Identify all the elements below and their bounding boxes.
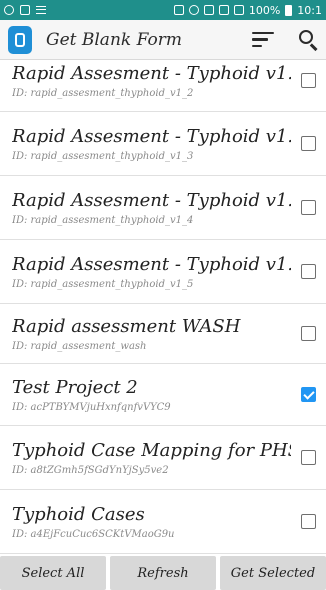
form-list-item[interactable]: Test Project 2 ID: acPTBYMVjuHxnfqnfvVYC9 xyxy=(0,364,326,426)
form-item-text: Rapid Assesment - Typhoid v1.5 ID: rapid_… xyxy=(12,253,291,290)
form-list: Rapid Assesment - Typhoid v1.2 ID: rapid_… xyxy=(0,60,326,554)
form-item-text: Test Project 2 ID: acPTBYMVjuHxnfqnfvVYC9 xyxy=(12,376,291,413)
form-item-text: Rapid assessment WASH ID: rapid_assesment… xyxy=(12,315,291,352)
phone-screen: 100% 10:1 Get Blank Form Rapid Assesment… xyxy=(0,0,326,590)
sort-icon[interactable] xyxy=(252,20,278,60)
sort-line-3 xyxy=(252,44,262,48)
form-item-text: Typhoid Cases ID: a4EjFcuCuc6SCKtVMaoG9u xyxy=(12,503,291,540)
bottom-button-bar: Select All Refresh Get Selected xyxy=(0,554,326,590)
search-handle xyxy=(310,42,318,51)
alarm-icon xyxy=(188,5,199,15)
form-id: ID: rapid_assesment_thyphoid_v1_5 xyxy=(12,279,194,290)
refresh-button[interactable]: Refresh xyxy=(110,556,216,590)
form-list-item[interactable]: Rapid assessment WASH ID: rapid_assesment… xyxy=(0,304,326,364)
search-lens xyxy=(299,29,313,44)
form-title: Typhoid Cases xyxy=(12,504,145,525)
form-title: Rapid Assesment - Typhoid v1.3 xyxy=(12,126,291,147)
form-item-text: Rapid Assesment - Typhoid v1.3 ID: rapid_… xyxy=(12,125,291,162)
whatsapp-icon xyxy=(4,5,14,15)
form-list-item[interactable]: Rapid Assesment - Typhoid v1.5 ID: rapid_… xyxy=(0,240,326,304)
sort-line-1 xyxy=(252,31,274,35)
checkbox-unchecked[interactable] xyxy=(301,450,316,465)
form-list-item[interactable]: Rapid Assesment - Typhoid v1.4 ID: rapid_… xyxy=(0,176,326,240)
odk-app-icon xyxy=(8,25,32,54)
form-item-text: Rapid Assesment - Typhoid v1.2 ID: rapid_… xyxy=(12,62,291,99)
checkbox-unchecked[interactable] xyxy=(301,326,316,341)
image-icon xyxy=(20,5,30,15)
form-id: ID: acPTBYMVjuHxnfqnfvVYC9 xyxy=(12,402,171,413)
form-id: ID: a8tZGmh5fSGdYnYjSy5ve2 xyxy=(12,465,169,476)
form-id: ID: rapid_assesment_thyphoid_v1_3 xyxy=(12,151,194,162)
wifi-icon xyxy=(203,5,214,15)
form-title: Test Project 2 xyxy=(12,377,138,398)
status-left-icons xyxy=(4,5,46,15)
form-item-text: Rapid Assesment - Typhoid v1.4 ID: rapid_… xyxy=(12,189,291,226)
form-title: Rapid assessment WASH xyxy=(12,316,241,337)
form-list-item[interactable]: Typhoid Case Mapping for PHS ID: a8tZGmh5… xyxy=(0,426,326,490)
checkbox-unchecked[interactable] xyxy=(301,136,316,151)
notification-icon xyxy=(218,5,229,15)
form-id: ID: rapid_assesment_wash xyxy=(12,341,147,352)
status-right-icons: 100% 10:1 xyxy=(173,3,322,17)
form-list-item[interactable]: Typhoid Cases ID: a4EjFcuCuc6SCKtVMaoG9u xyxy=(0,490,326,554)
form-id: ID: rapid_assesment_thyphoid_v1_2 xyxy=(12,88,194,99)
checkbox-unchecked[interactable] xyxy=(301,73,316,88)
status-bar: 100% 10:1 xyxy=(0,0,326,20)
nfc-icon xyxy=(173,5,184,15)
page-title: Get Blank Form xyxy=(46,29,182,50)
form-title: Rapid Assesment - Typhoid v1.2 xyxy=(12,63,291,84)
select-all-button[interactable]: Select All xyxy=(0,556,106,590)
checkbox-unchecked[interactable] xyxy=(301,514,316,529)
form-list-scroll[interactable]: Rapid Assesment - Typhoid v1.2 ID: rapid_… xyxy=(0,60,326,554)
form-id: ID: rapid_assesment_thyphoid_v1_4 xyxy=(12,215,194,226)
clock: 10:1 xyxy=(297,3,322,17)
checkbox-checked[interactable] xyxy=(301,387,316,402)
form-list-item[interactable]: Rapid Assesment - Typhoid v1.2 ID: rapid_… xyxy=(0,60,326,112)
battery-icon xyxy=(285,4,293,16)
checkbox-unchecked[interactable] xyxy=(301,200,316,215)
sort-line-2 xyxy=(252,38,268,41)
form-id: ID: a4EjFcuCuc6SCKtVMaoG9u xyxy=(12,529,175,540)
signal-icon xyxy=(233,5,244,15)
form-title: Typhoid Case Mapping for PHS xyxy=(12,440,291,461)
form-title: Rapid Assesment - Typhoid v1.4 xyxy=(12,190,291,211)
get-selected-button[interactable]: Get Selected xyxy=(220,556,326,590)
form-list-item[interactable]: Rapid Assesment - Typhoid v1.3 ID: rapid_… xyxy=(0,112,326,176)
toolbar: Get Blank Form xyxy=(0,20,326,60)
menu-lines-icon xyxy=(36,6,46,14)
battery-percent: 100% xyxy=(248,3,281,17)
app-icon-shape xyxy=(15,32,25,47)
form-item-text: Typhoid Case Mapping for PHS ID: a8tZGmh5… xyxy=(12,439,291,476)
form-title: Rapid Assesment - Typhoid v1.5 xyxy=(12,254,291,275)
checkbox-unchecked[interactable] xyxy=(301,264,316,279)
search-icon[interactable] xyxy=(294,20,322,60)
